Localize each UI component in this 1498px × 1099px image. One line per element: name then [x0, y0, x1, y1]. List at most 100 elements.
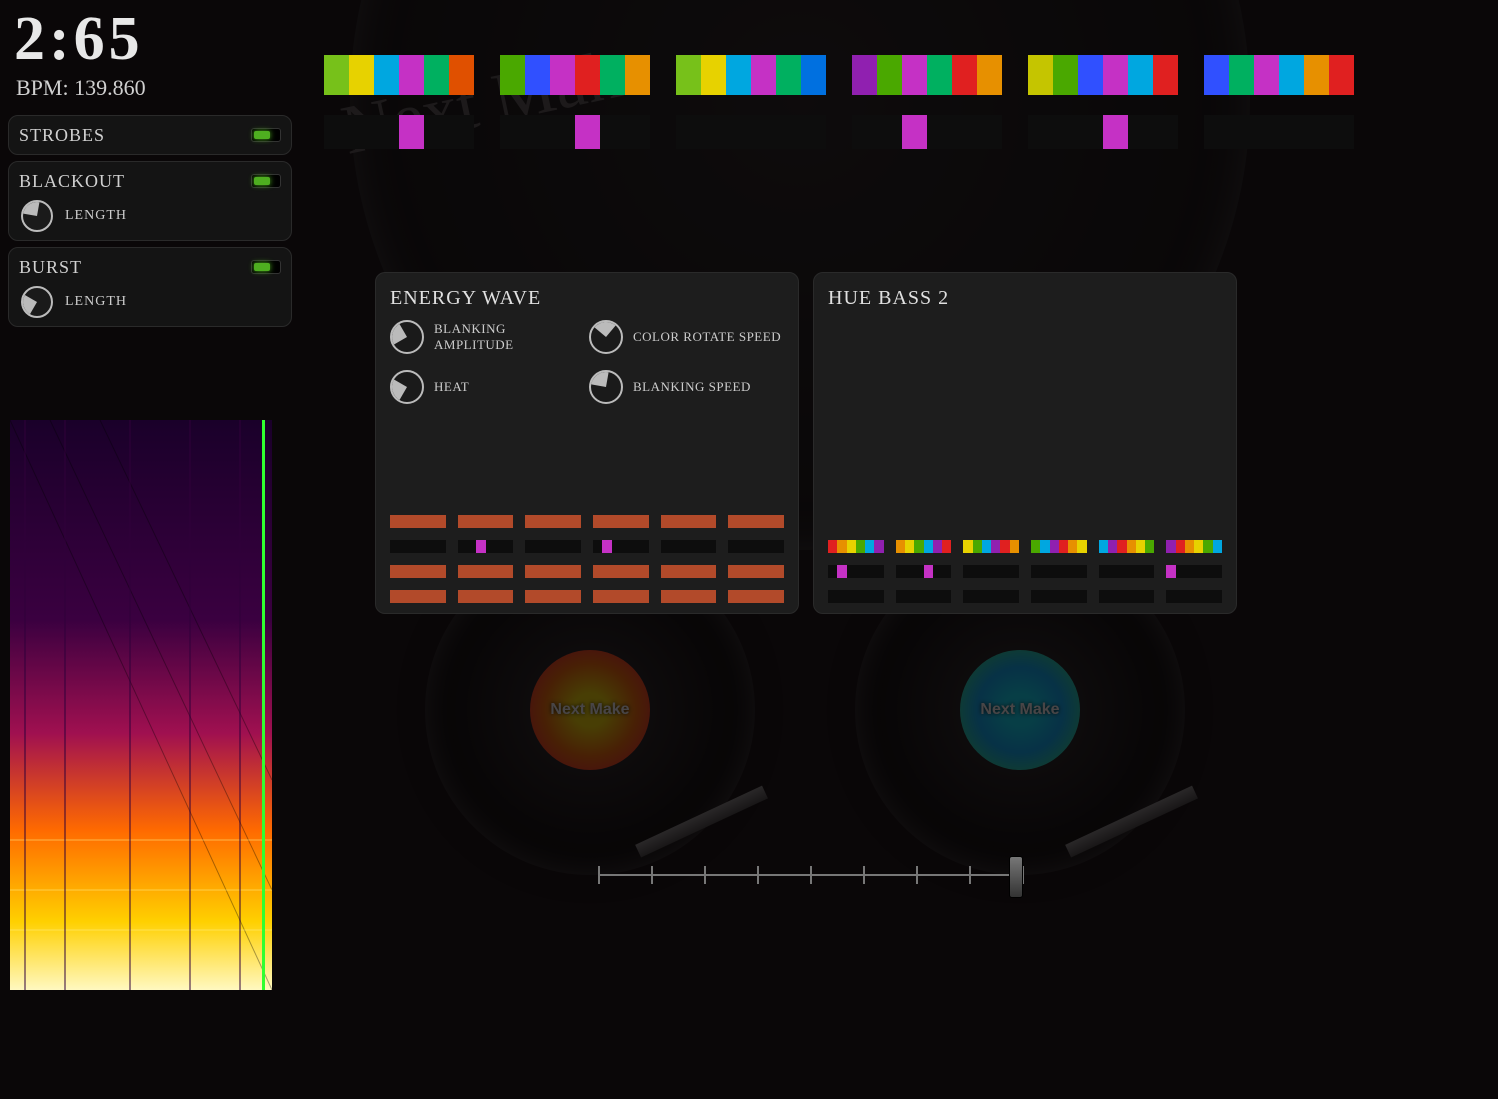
- param-label: BLANKING SPEED: [633, 379, 751, 395]
- time-display: 2:65: [0, 0, 302, 75]
- param-label: COLOR ROTATE SPEED: [633, 329, 781, 345]
- param: COLOR ROTATE SPEED: [589, 320, 784, 354]
- crossfader-tick: [704, 866, 706, 884]
- blackout-length-label: LENGTH: [65, 208, 127, 224]
- deck-preview-strip: [963, 540, 1019, 553]
- bpm-value: 139.860: [74, 75, 146, 100]
- crossfader-handle[interactable]: [1009, 856, 1023, 898]
- deck-preview-row: [390, 590, 784, 603]
- param: BLANKING AMPLITUDE: [390, 320, 585, 354]
- param-knob[interactable]: [390, 320, 424, 354]
- deck-preview-marker: [1031, 565, 1087, 578]
- deck-preview-strip: [390, 565, 446, 578]
- strobes-toggle[interactable]: [251, 128, 281, 142]
- preview-marker: [1204, 115, 1354, 149]
- bpm-label: BPM:: [16, 75, 69, 100]
- crossfader-tick: [863, 866, 865, 884]
- deck-preview-marker: [896, 565, 952, 578]
- deck-preview-strip: [593, 590, 649, 603]
- param-label: HEAT: [434, 379, 469, 395]
- preview-strip-row: [324, 55, 1468, 95]
- deck-preview-strip: [458, 515, 514, 528]
- effect-strobes-title: STROBES: [19, 125, 105, 146]
- deck-preview-marker-row: [828, 590, 1222, 603]
- param-knob[interactable]: [589, 370, 623, 404]
- deck-preview-strip: [1166, 540, 1222, 553]
- deck-preview-marker: [1031, 590, 1087, 603]
- deck-preview-strip: [1099, 540, 1155, 553]
- preview-marker: [1028, 115, 1178, 149]
- deck-preview-strip: [525, 590, 581, 603]
- effect-blackout: BLACKOUT LENGTH: [8, 161, 292, 241]
- bpm-display: BPM: 139.860: [0, 75, 302, 111]
- deck-preview-strip: [728, 515, 784, 528]
- param-knob[interactable]: [589, 320, 623, 354]
- deck-right-title: HUE BASS 2: [828, 287, 1222, 310]
- deck-preview-strip: [458, 565, 514, 578]
- preview-marker: [324, 115, 474, 149]
- param: BLANKING SPEED: [589, 370, 784, 404]
- preview-marker: [852, 115, 1002, 149]
- crossfader-tick: [810, 866, 812, 884]
- deck-right: HUE BASS 2: [813, 272, 1237, 614]
- burst-length-label: LENGTH: [65, 294, 127, 310]
- deck-preview-marker: [458, 540, 514, 553]
- decks: ENERGY WAVE BLANKING AMPLITUDECOLOR ROTA…: [375, 272, 1237, 614]
- deck-preview-marker: [828, 565, 884, 578]
- deck-preview-marker: [1166, 590, 1222, 603]
- preview-marker-row: [324, 115, 1468, 149]
- deck-preview-strip: [525, 565, 581, 578]
- deck-preview-marker: [896, 590, 952, 603]
- param-label: BLANKING AMPLITUDE: [434, 321, 585, 353]
- deck-preview-strip: [525, 515, 581, 528]
- crossfader-tick: [969, 866, 971, 884]
- deck-preview-marker: [525, 540, 581, 553]
- deck-preview-marker: [728, 540, 784, 553]
- output-preview: [324, 55, 1468, 149]
- param: HEAT: [390, 370, 585, 404]
- deck-preview-marker: [963, 590, 1019, 603]
- preview-strip: [500, 55, 650, 95]
- deck-preview-strip: [390, 515, 446, 528]
- preview-marker: [676, 115, 826, 149]
- effect-blackout-title: BLACKOUT: [19, 171, 125, 192]
- deck-left-params: BLANKING AMPLITUDE COLOR ROTATE SPEED HEAT…: [390, 320, 784, 404]
- effect-burst: BURST LENGTH: [8, 247, 292, 327]
- deck-preview-marker-row: [828, 565, 1222, 578]
- preview-strip: [324, 55, 474, 95]
- deck-preview-strip: [828, 540, 884, 553]
- deck-preview-row: [390, 515, 784, 528]
- crossfader-tick: [651, 866, 653, 884]
- preview-strip: [676, 55, 826, 95]
- deck-preview-marker: [1099, 590, 1155, 603]
- turntable-left-label: Next Make: [530, 650, 650, 770]
- deck-preview-marker-row: [390, 540, 784, 553]
- deck-right-preview: [828, 540, 1222, 603]
- preview-strip: [852, 55, 1002, 95]
- crossfader[interactable]: [598, 862, 1022, 902]
- deck-preview-row: [828, 540, 1222, 553]
- deck-preview-marker: [593, 540, 649, 553]
- deck-preview-strip: [593, 515, 649, 528]
- deck-preview-strip: [458, 590, 514, 603]
- burst-toggle[interactable]: [251, 260, 281, 274]
- deck-preview-marker: [390, 540, 446, 553]
- crossfader-tick: [916, 866, 918, 884]
- deck-preview-marker: [1099, 565, 1155, 578]
- deck-preview-strip: [896, 540, 952, 553]
- deck-preview-strip: [390, 590, 446, 603]
- deck-preview-marker: [661, 540, 717, 553]
- deck-preview-marker: [828, 590, 884, 603]
- deck-left: ENERGY WAVE BLANKING AMPLITUDECOLOR ROTA…: [375, 272, 799, 614]
- deck-preview-strip: [661, 565, 717, 578]
- deck-preview-marker: [1166, 565, 1222, 578]
- param-knob[interactable]: [390, 370, 424, 404]
- preview-strip: [1204, 55, 1354, 95]
- deck-preview-strip: [728, 565, 784, 578]
- blackout-length-knob[interactable]: [21, 200, 53, 232]
- deck-left-preview: [390, 515, 784, 603]
- burst-length-knob[interactable]: [21, 286, 53, 318]
- blackout-toggle[interactable]: [251, 174, 281, 188]
- deck-preview-strip: [661, 590, 717, 603]
- deck-preview-strip: [661, 515, 717, 528]
